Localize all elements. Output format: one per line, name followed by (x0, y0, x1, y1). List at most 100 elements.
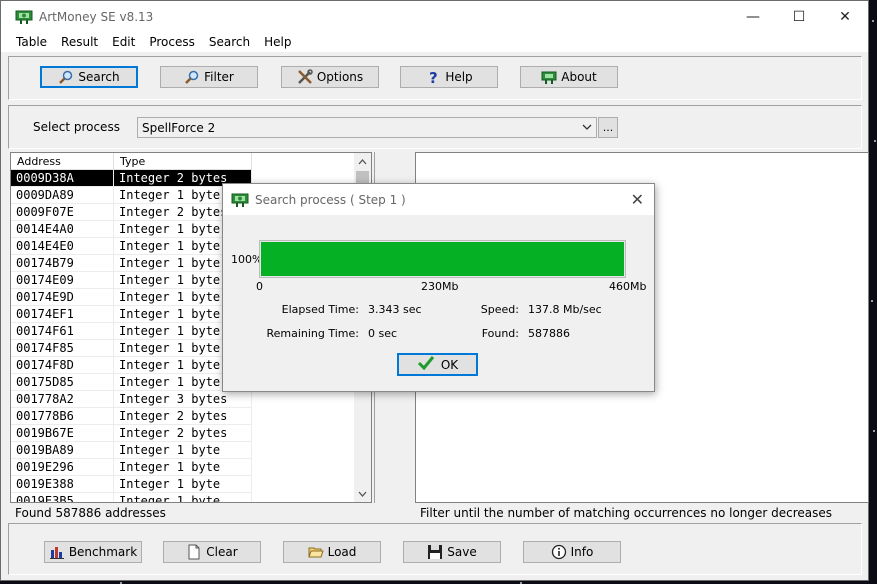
menu-edit[interactable]: Edit (105, 35, 142, 49)
ok-button-label: OK (440, 357, 459, 372)
maximize-button[interactable]: ☐ (776, 1, 822, 32)
load-button-label: Load (327, 545, 357, 559)
type-cell: Integer 1 byte (114, 476, 252, 493)
found-value: 587886 (528, 327, 570, 340)
info-icon (551, 544, 567, 560)
help-button-label: Help (445, 70, 473, 84)
address-cell: 0009F07E (11, 204, 114, 221)
close-button[interactable]: ✕ (822, 1, 868, 32)
filter-magnifier-icon (184, 69, 200, 85)
menu-result[interactable]: Result (54, 35, 105, 49)
progress-bar (259, 240, 626, 278)
address-cell: 00175D85 (11, 374, 114, 391)
filter-button[interactable]: Filter (160, 66, 258, 88)
type-cell: Integer 1 byte (114, 493, 252, 502)
window-title: ArtMoney SE v8.13 (39, 9, 154, 24)
address-cell: 0019E388 (11, 476, 114, 493)
table-row[interactable]: 0019BA89 Integer 1 byte (11, 442, 356, 459)
elapsed-time-label: Elapsed Time: (281, 303, 359, 316)
column-type[interactable]: Type (114, 153, 252, 170)
toolbar: Search Filter Options ? Help About (8, 56, 862, 100)
menu-process[interactable]: Process (142, 35, 202, 49)
dialog-title-bar[interactable]: Search process ( Step 1 ) ✕ (223, 184, 654, 215)
found-label: Found: (481, 327, 519, 340)
blank-page-icon (186, 544, 202, 560)
list-header: Address Type (11, 153, 252, 170)
found-status: Found 587886 addresses (15, 506, 166, 520)
address-cell: 001778B6 (11, 408, 114, 425)
floppy-disk-icon (427, 544, 443, 560)
about-icon (541, 69, 557, 85)
menu-help[interactable]: Help (257, 35, 298, 49)
search-button-label: Search (78, 70, 120, 84)
table-row[interactable]: 001778B6 Integer 2 bytes (11, 408, 356, 425)
menu-table[interactable]: Table (9, 35, 54, 49)
table-row[interactable]: 0019E296 Integer 1 byte (11, 459, 356, 476)
scroll-up-icon[interactable] (354, 153, 371, 170)
help-button[interactable]: ? Help (400, 66, 498, 88)
search-button[interactable]: Search (40, 66, 138, 88)
address-cell: 0014E4A0 (11, 221, 114, 238)
speed-label: Speed: (480, 303, 519, 316)
bottom-toolbar: Benchmark Clear Load Save Info (8, 523, 862, 575)
star (871, 300, 873, 302)
scroll-down-icon[interactable] (354, 485, 371, 502)
save-button-label: Save (447, 545, 477, 559)
table-row[interactable]: 001778A2 Integer 3 bytes (11, 391, 356, 408)
address-cell: 0009D38A (11, 170, 114, 187)
tools-icon (297, 69, 313, 85)
clear-button[interactable]: Clear (163, 541, 261, 563)
type-cell: Integer 2 bytes (114, 408, 252, 425)
chevron-down-icon (582, 120, 592, 137)
search-progress-dialog: Search process ( Step 1 ) ✕ 100% 0 230Mb… (222, 183, 655, 392)
dialog-title: Search process ( Step 1 ) (255, 192, 406, 207)
load-button[interactable]: Load (283, 541, 381, 563)
magnifier-icon (58, 69, 74, 85)
star (873, 430, 875, 432)
app-logo-icon (15, 8, 33, 26)
options-button-label: Options (316, 70, 364, 84)
dialog-logo-icon (231, 191, 249, 209)
progress-percent-label: 100% (231, 253, 263, 266)
process-dropdown[interactable]: SpellForce 2 (137, 117, 597, 138)
progress-tick-start: 0 (256, 280, 263, 293)
benchmark-button[interactable]: Benchmark (44, 541, 142, 563)
elapsed-time-value: 3.343 sec (368, 303, 422, 316)
title-bar[interactable]: ArtMoney SE v8.13 — ☐ ✕ (1, 1, 868, 32)
address-cell: 0019E3B5 (11, 493, 114, 502)
options-button[interactable]: Options (281, 66, 379, 88)
about-button[interactable]: About (520, 66, 618, 88)
address-cell: 00174EF1 (11, 306, 114, 323)
address-cell: 0019B67E (11, 425, 114, 442)
table-row[interactable]: 0019B67E Integer 2 bytes (11, 425, 356, 442)
hint-status: Filter until the number of matching occu… (420, 506, 833, 520)
table-row[interactable]: 0019E3B5 Integer 1 byte (11, 493, 356, 502)
star (872, 20, 874, 22)
address-cell: 0019E296 (11, 459, 114, 476)
column-address[interactable]: Address (11, 153, 114, 170)
progress-fill (261, 242, 624, 276)
checkmark-icon (417, 355, 435, 374)
address-cell: 00174F85 (11, 340, 114, 357)
save-button[interactable]: Save (403, 541, 501, 563)
type-cell: Integer 2 bytes (114, 425, 252, 442)
minimize-button[interactable]: — (730, 1, 776, 32)
menu-search[interactable]: Search (202, 35, 257, 49)
svg-text:?: ? (429, 69, 438, 85)
address-cell: 00174B79 (11, 255, 114, 272)
remaining-time-label: Remaining Time: (266, 327, 359, 340)
type-cell: Integer 3 bytes (114, 391, 252, 408)
question-mark-icon: ? (425, 69, 441, 85)
browse-process-button[interactable]: ... (598, 117, 618, 138)
ok-button[interactable]: OK (397, 353, 478, 376)
speed-value: 137.8 Mb/sec (528, 303, 602, 316)
dialog-close-icon[interactable]: ✕ (631, 190, 644, 209)
table-row[interactable]: 0019E388 Integer 1 byte (11, 476, 356, 493)
address-cell: 00174F8D (11, 357, 114, 374)
remaining-time-value: 0 sec (368, 327, 398, 340)
address-cell: 0009DA89 (11, 187, 114, 204)
folder-open-icon (307, 544, 324, 560)
info-button[interactable]: Info (523, 541, 621, 563)
address-cell: 0014E4E0 (11, 238, 114, 255)
info-button-label: Info (570, 545, 594, 559)
